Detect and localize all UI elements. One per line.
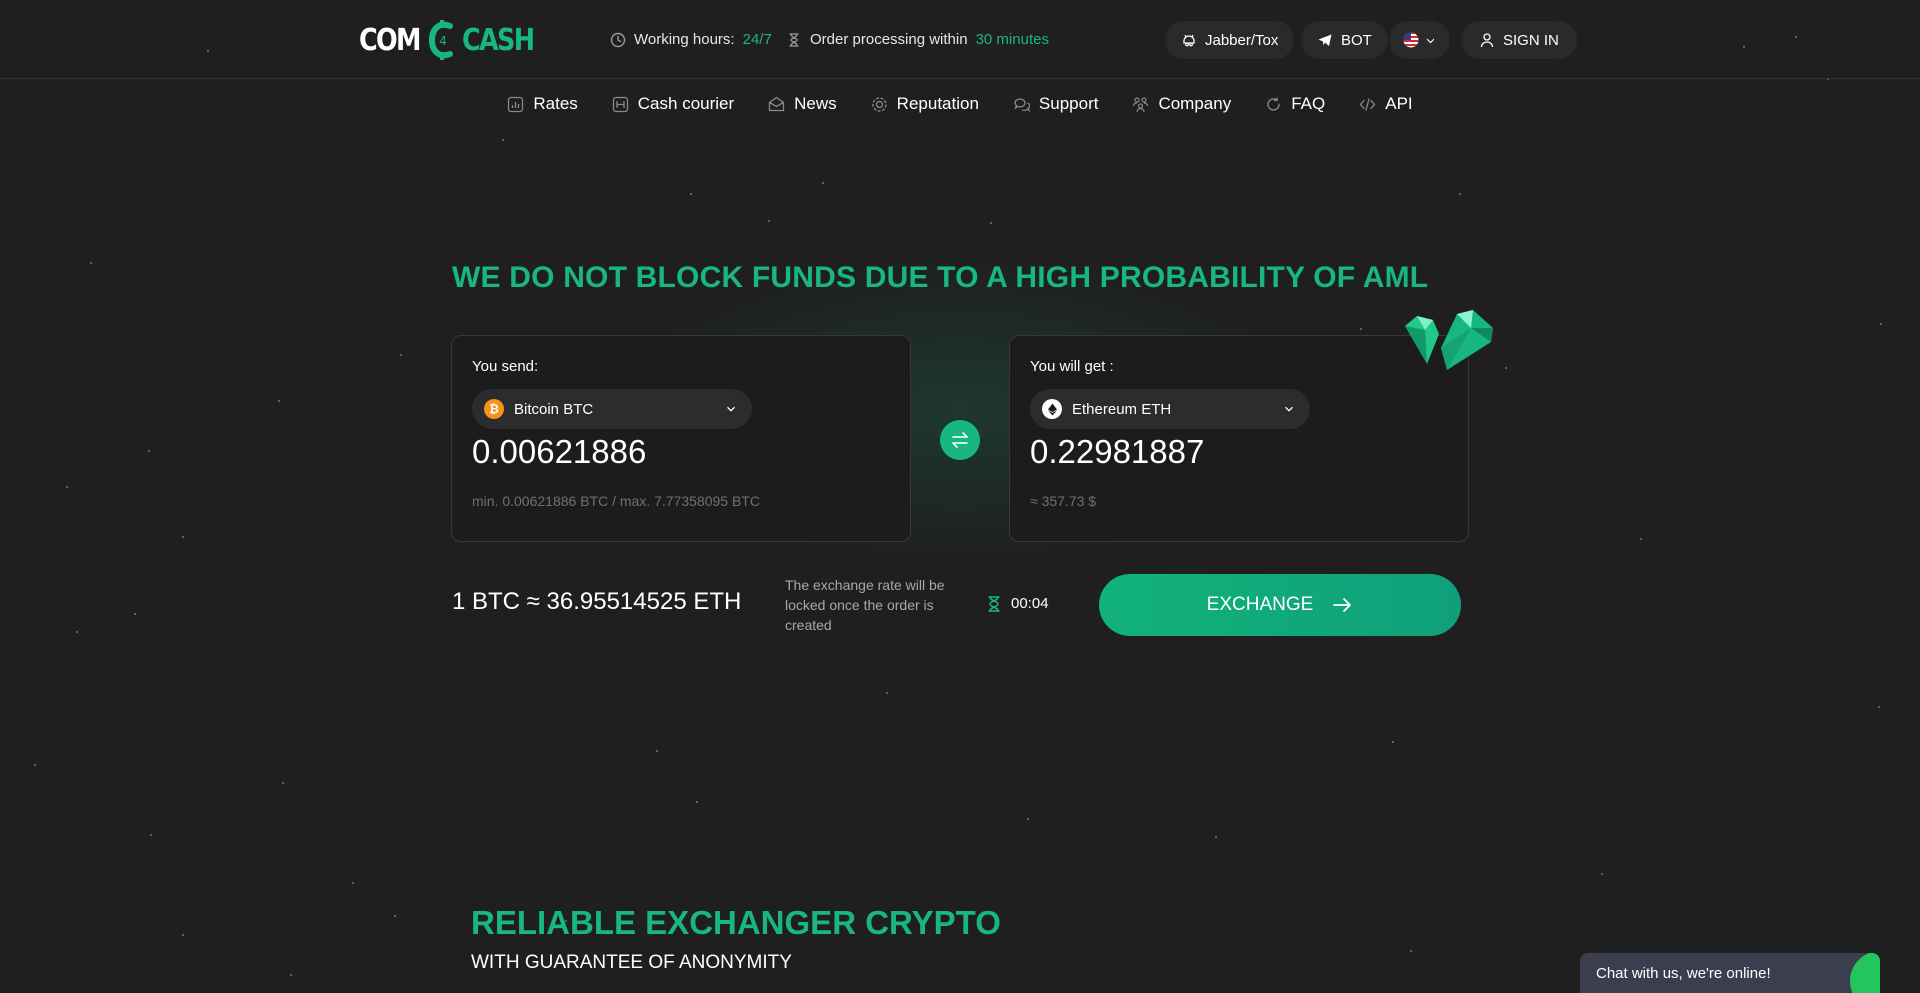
order-processing-label: Order processing within (810, 31, 968, 48)
working-hours: Working hours: 24/7 (610, 31, 772, 48)
svg-text:4: 4 (440, 34, 448, 48)
hourglass-icon (988, 595, 1000, 612)
nav-item-company[interactable]: Company (1132, 94, 1231, 114)
send-limits: min. 0.00621886 BTC / max. 7.77358095 BT… (472, 493, 760, 509)
swap-currencies-button[interactable] (940, 420, 980, 460)
rate-lock-note: The exchange rate will be locked once th… (785, 577, 945, 633)
support-icon (1014, 97, 1030, 112)
nav-label-reputation: Reputation (896, 94, 979, 113)
section-subtitle: WITH GUARANTEE OF ANONYMITY (471, 952, 792, 973)
send-card: You send: ₿ Bitcoin BTC min. 0.00621886 … (451, 335, 911, 542)
receive-currency-value: Ethereum ETH (1072, 400, 1172, 418)
news-icon (769, 96, 785, 111)
gems-icon (1405, 310, 1493, 370)
nav-item-news[interactable]: News (768, 94, 837, 114)
nav-label-company: Company (1158, 94, 1232, 113)
order-processing-value: 30 minutes (975, 31, 1049, 48)
rate-timer: 00:04 (987, 595, 1049, 612)
bot-button[interactable]: BOT (1301, 21, 1388, 59)
chevron-down-icon (1426, 38, 1435, 43)
company-icon (1133, 96, 1149, 112)
chevron-down-icon (1285, 406, 1293, 412)
us-flag-icon (1403, 32, 1419, 48)
courier-icon (612, 96, 628, 112)
logo-mark-icon: 4 (429, 20, 454, 60)
bot-label: BOT (1341, 31, 1372, 49)
jabber-tox-button[interactable]: Jabber/Tox (1165, 21, 1295, 59)
section-title: RELIABLE EXCHANGER CRYPTO (471, 904, 1001, 941)
nav-item-faq[interactable]: FAQ (1265, 94, 1325, 114)
nav-label-support: Support (1038, 94, 1099, 113)
telegram-icon (1318, 34, 1332, 46)
nav-label-api: API (1385, 94, 1413, 113)
receive-label: You will get : (1030, 358, 1114, 375)
chat-online-indicator (1850, 953, 1880, 993)
exchange-label: EXCHANGE (1206, 594, 1314, 615)
chat-widget[interactable]: Chat with us, we're online! (1580, 953, 1880, 993)
bitcoin-icon: ₿ (484, 399, 504, 419)
nav-item-reputation[interactable]: Reputation (871, 94, 979, 114)
clock-icon (610, 32, 626, 47)
swap-icon (952, 432, 968, 448)
receive-card: You will get : Ethereum ETH ≈ 357.73 $ (1009, 335, 1469, 542)
ethereum-icon (1042, 399, 1062, 419)
chevron-down-icon (727, 406, 735, 412)
receive-currency-select[interactable]: Ethereum ETH (1030, 389, 1310, 429)
chart-icon (508, 96, 524, 112)
hero-headline: WE DO NOT BLOCK FUNDS DUE TO A HIGH PROB… (452, 261, 1429, 294)
receive-usd-approx: ≈ 357.73 $ (1030, 493, 1097, 509)
order-processing: Order processing within 30 minutes (786, 31, 1049, 48)
timer-value: 00:04 (1011, 595, 1049, 612)
user-icon (1480, 33, 1494, 48)
hourglass-icon (789, 32, 799, 47)
nav-item-rates[interactable]: Rates (507, 94, 578, 114)
sign-in-button[interactable]: SIGN IN (1461, 21, 1577, 59)
exchange-rate: 1 BTC ≈ 36.95514525 ETH (452, 588, 742, 615)
arrow-right-icon (1333, 598, 1352, 612)
sign-in-label: SIGN IN (1503, 31, 1559, 49)
jabber-tox-label: Jabber/Tox (1205, 31, 1279, 49)
top-header: COM 4 CASH Working hours: 24/7 Order pro… (0, 0, 1920, 79)
reputation-icon (872, 96, 887, 112)
nav-item-api[interactable]: API (1359, 94, 1413, 114)
working-hours-label: Working hours: (634, 31, 735, 48)
logo-text-right: CASH (462, 22, 535, 58)
working-hours-value: 24/7 (742, 31, 772, 48)
nav-label-faq: FAQ (1291, 94, 1326, 113)
logo[interactable]: COM 4 CASH (359, 18, 546, 62)
main-nav: Rates Cash courier News Reputation Suppo… (0, 94, 1920, 114)
nav-label-cash-courier: Cash courier (637, 94, 735, 113)
logo-text-left: COM (359, 22, 421, 58)
send-currency-select[interactable]: ₿ Bitcoin BTC (472, 389, 752, 429)
nav-item-support[interactable]: Support (1013, 94, 1099, 114)
chat-label: Chat with us, we're online! (1596, 965, 1771, 982)
nav-item-cash-courier[interactable]: Cash courier (612, 94, 734, 114)
jabber-icon (1183, 34, 1195, 47)
faq-icon (1267, 97, 1280, 111)
send-currency-value: Bitcoin BTC (514, 400, 594, 418)
receive-amount-input[interactable] (1030, 433, 1450, 471)
send-amount-input[interactable] (472, 433, 892, 471)
send-label: You send: (472, 358, 539, 375)
language-selector[interactable] (1389, 21, 1450, 59)
nav-label-news: News (794, 94, 837, 113)
code-icon (1359, 97, 1376, 111)
exchange-button[interactable]: EXCHANGE (1099, 574, 1461, 636)
nav-label-rates: Rates (533, 94, 578, 113)
